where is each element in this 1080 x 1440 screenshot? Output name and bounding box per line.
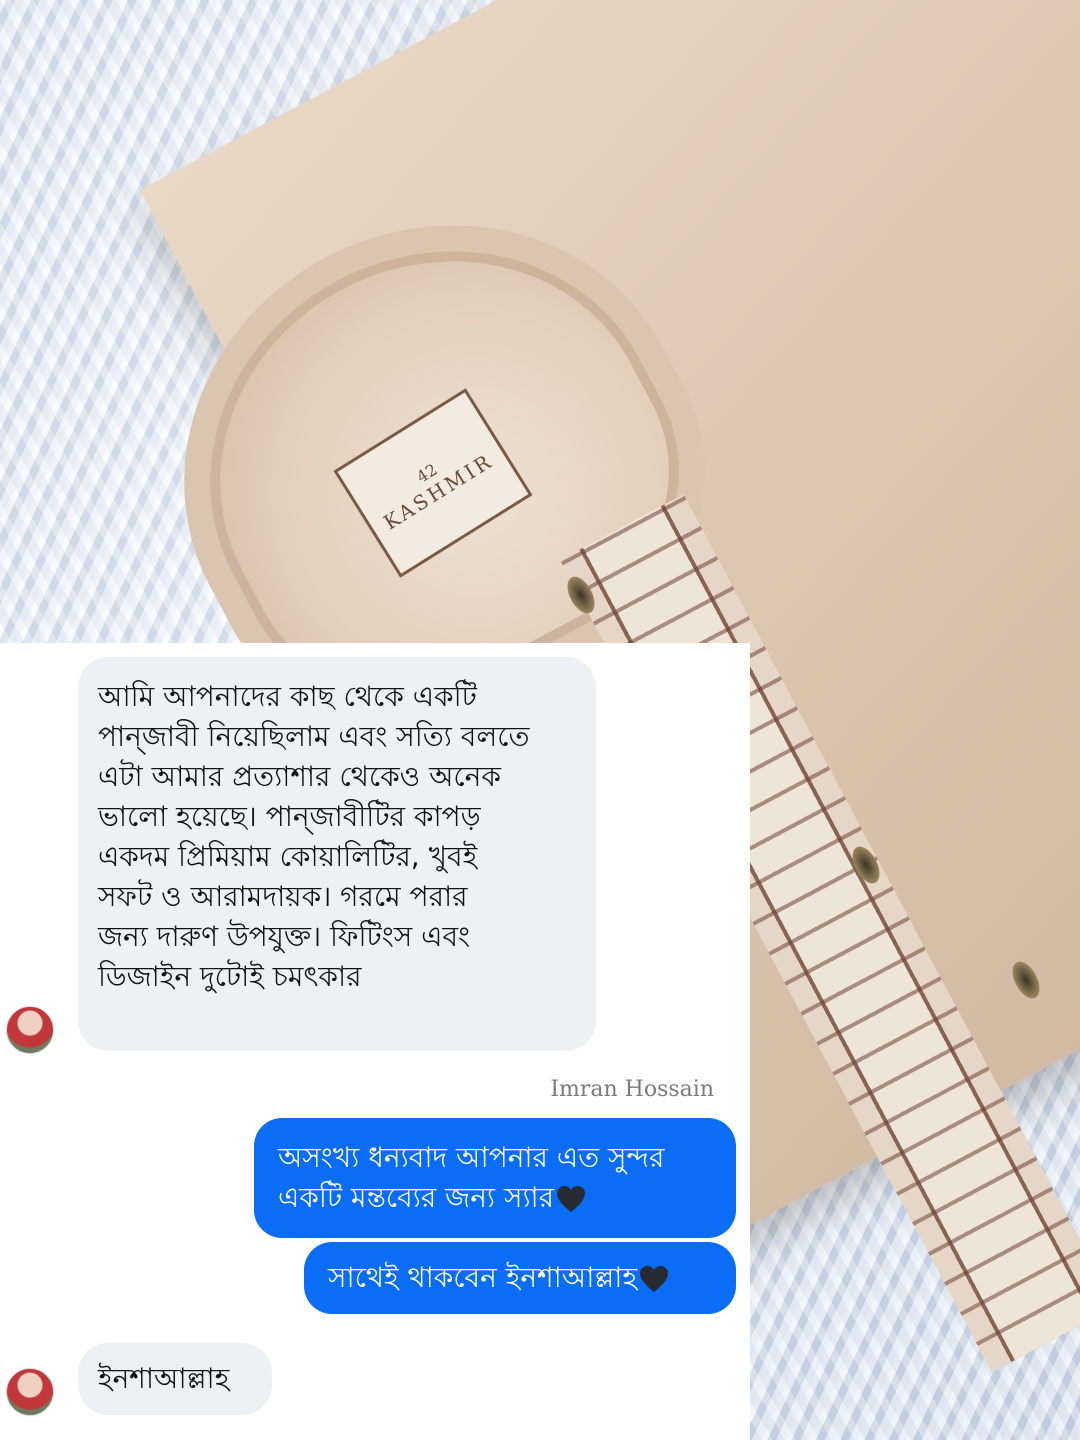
black-heart-icon <box>640 1266 669 1292</box>
message-text: ইনশাআল্লাহ <box>98 1362 230 1395</box>
contact-avatar[interactable] <box>6 1368 54 1416</box>
outgoing-message-bubble[interactable]: অসংখ্য ধন্যবাদ আপনার এত সুন্দর একটি মন্ত… <box>254 1118 736 1238</box>
outgoing-message-bubble[interactable]: সাথেই থাকবেন ইনশাআল্লাহ <box>304 1242 736 1314</box>
chat-panel: আমি আপনাদের কাছ থেকে একটি পান্জাবী নিয়ে… <box>0 643 750 1440</box>
black-heart-icon <box>557 1186 586 1212</box>
incoming-message-bubble[interactable]: আমি আপনাদের কাছ থেকে একটি পান্জাবী নিয়ে… <box>78 657 596 1051</box>
sender-name: Imran Hossain <box>550 1077 714 1102</box>
incoming-message-bubble[interactable]: ইনশাআল্লাহ <box>78 1343 272 1415</box>
message-text: সাথেই থাকবেন ইনশাআল্লাহ <box>328 1261 638 1294</box>
message-text: অসংখ্য ধন্যবাদ আপনার এত সুন্দর একটি মন্ত… <box>278 1141 665 1214</box>
message-text: আমি আপনাদের কাছ থেকে একটি পান্জাবী নিয়ে… <box>98 680 530 993</box>
brand-label-name: KASHMIR <box>379 447 498 535</box>
contact-avatar[interactable] <box>6 1006 54 1054</box>
